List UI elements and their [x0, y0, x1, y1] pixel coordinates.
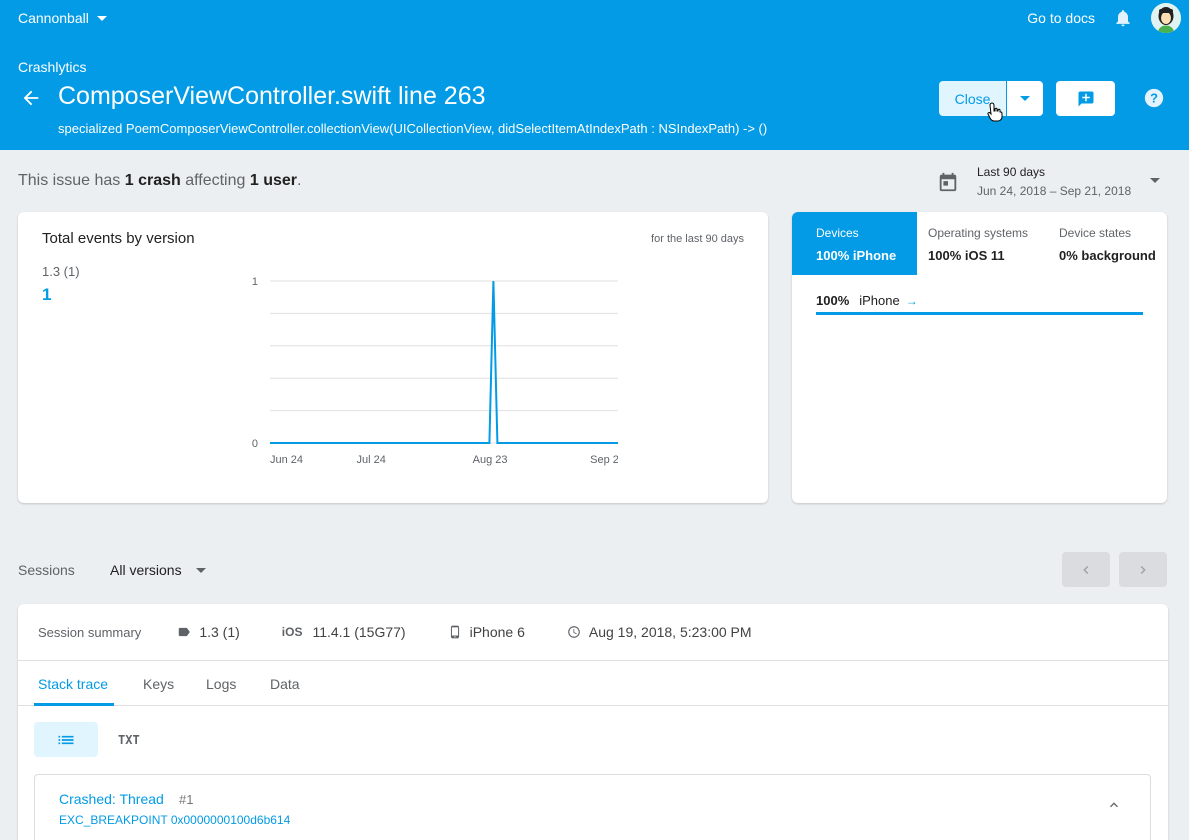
- chevron-left-icon: [1083, 565, 1089, 574]
- chevron-down-icon: [1020, 96, 1030, 101]
- legend-version: 1.3 (1): [42, 264, 80, 279]
- tab-stack-trace[interactable]: Stack trace: [38, 676, 108, 692]
- y-tick-label: 0: [252, 438, 258, 450]
- add-note-button[interactable]: [1056, 81, 1115, 116]
- header-actions: Go to docs: [1027, 0, 1189, 36]
- tab-value: 0% background: [1059, 248, 1156, 263]
- project-name: Cannonball: [18, 10, 89, 26]
- summary-prefix: This issue has: [18, 172, 125, 189]
- tab-label: Operating systems: [928, 226, 1029, 240]
- tag-icon: [179, 627, 191, 637]
- date-range-picker[interactable]: Last 90 days Jun 24, 2018 – Sep 21, 2018: [937, 164, 1161, 199]
- x-tick-label: Aug 23: [473, 454, 508, 466]
- session-device: iPhone 6: [448, 624, 525, 640]
- chevron-down-icon: [96, 15, 107, 21]
- device-share-bar: [816, 312, 1143, 315]
- chevron-up-icon[interactable]: [1106, 797, 1122, 813]
- help-icon[interactable]: ?: [1143, 87, 1165, 109]
- series-line: [270, 280, 618, 444]
- mouse-cursor-icon: [987, 102, 1003, 122]
- breadcrumb[interactable]: Crashlytics: [18, 59, 86, 75]
- chart-period-note: for the last 90 days: [651, 233, 744, 245]
- tab-operating-systems[interactable]: Operating systems 100% iOS 11: [917, 212, 1048, 275]
- date-range-text: Last 90 days Jun 24, 2018 – Sep 21, 2018: [977, 164, 1131, 199]
- list-view-button[interactable]: [34, 722, 98, 757]
- page-subtitle: specialized PoemComposerViewController.c…: [58, 121, 768, 136]
- tab-data[interactable]: Data: [270, 676, 300, 692]
- x-tick-label: Jun 24: [270, 454, 303, 466]
- tab-devices[interactable]: Devices 100% iPhone: [792, 212, 917, 275]
- events-line-chart: 0 1 Jun 24 Jul 24 Aug 23 Sep 21: [252, 276, 618, 466]
- ios-icon: iOS: [281, 625, 303, 639]
- sessions-label: Sessions: [18, 562, 75, 578]
- docs-link[interactable]: Go to docs: [1027, 10, 1095, 26]
- active-tab-indicator: [34, 703, 114, 706]
- session-version: 1.3 (1): [177, 624, 240, 640]
- device-breakdown-card: Devices 100% iPhone Operating systems 10…: [792, 212, 1167, 503]
- device-name: iPhone: [859, 293, 900, 308]
- thread-panel: Crashed: Thread #1 EXC_BREAKPOINT 0x0000…: [34, 774, 1151, 840]
- back-arrow-icon[interactable]: [20, 87, 42, 109]
- events-chart-card: Total events by version for the last 90 …: [18, 212, 768, 503]
- chevron-right-icon: [1140, 565, 1146, 574]
- txt-view-button[interactable]: TXT: [118, 733, 140, 747]
- close-options-dropdown[interactable]: [1007, 81, 1043, 116]
- date-range-label: Last 90 days: [977, 165, 1046, 179]
- add-note-icon: [1078, 91, 1093, 106]
- session-version-text: 1.3 (1): [199, 624, 240, 640]
- thread-exception: EXC_BREAKPOINT 0x0000000100d6b614: [59, 813, 291, 827]
- thread-name[interactable]: Crashed: Thread: [59, 791, 164, 807]
- session-os-version: 11.4.1 (15G77): [312, 624, 406, 640]
- chevron-down-icon: [1150, 178, 1161, 183]
- session-card: Session summary 1.3 (1) iOS 11.4.1 (15G7…: [18, 604, 1168, 840]
- version-filter-select[interactable]: All versions: [110, 562, 206, 578]
- chart-title: Total events by version: [42, 230, 195, 247]
- x-tick-label: Sep 21: [590, 454, 618, 466]
- next-session-button[interactable]: [1119, 552, 1167, 587]
- issue-summary: This issue has 1 crash affecting 1 user.: [18, 172, 301, 190]
- session-os: iOS 11.4.1 (15G77): [282, 624, 406, 640]
- session-device-name: iPhone 6: [469, 624, 525, 640]
- app-header: Cannonball Go to docs Crashlytics Compos…: [0, 0, 1189, 150]
- thread-number: #1: [179, 792, 194, 807]
- tab-label: Device states: [1059, 226, 1132, 240]
- session-tabs: Stack trace Keys Logs Data: [18, 662, 1168, 706]
- previous-session-button[interactable]: [1062, 552, 1110, 587]
- tab-logs[interactable]: Logs: [206, 676, 236, 692]
- summary-suffix: .: [297, 172, 302, 189]
- user-count: 1 user: [249, 172, 297, 189]
- y-tick-label: 1: [252, 276, 258, 288]
- svg-text:?: ?: [1150, 91, 1158, 106]
- tab-value: 100% iOS 11: [928, 248, 1005, 263]
- tab-keys[interactable]: Keys: [143, 676, 174, 692]
- date-range-dates: Jun 24, 2018 – Sep 21, 2018: [977, 184, 1132, 198]
- list-icon: [58, 735, 74, 744]
- session-timestamp: Aug 19, 2018, 5:23:00 PM: [588, 624, 752, 640]
- session-summary-title: Session summary: [38, 624, 142, 640]
- bell-icon[interactable]: [1113, 8, 1133, 28]
- chevron-down-icon: [195, 567, 206, 573]
- tab-device-states[interactable]: Device states 0% background: [1048, 212, 1167, 275]
- calendar-icon: [939, 172, 957, 192]
- phone-icon: [450, 625, 459, 639]
- page-title: ComposerViewController.swift line 263: [58, 82, 486, 110]
- legend-value: 1: [42, 285, 52, 304]
- session-time: Aug 19, 2018, 5:23:00 PM: [567, 624, 752, 640]
- tab-value: 100% iPhone: [816, 248, 897, 263]
- avatar[interactable]: [1151, 3, 1181, 33]
- device-row[interactable]: 100% iPhone →: [816, 293, 918, 308]
- device-percent: 100%: [816, 293, 850, 308]
- version-filter-value: All versions: [110, 562, 182, 578]
- session-summary-bar: Session summary 1.3 (1) iOS 11.4.1 (15G7…: [18, 604, 1168, 661]
- arrow-right-icon: →: [905, 293, 918, 308]
- project-selector[interactable]: Cannonball: [18, 10, 107, 26]
- crash-count: 1 crash: [124, 172, 181, 189]
- summary-middle: affecting: [180, 172, 250, 189]
- tab-label: Devices: [816, 226, 859, 240]
- clock-icon: [568, 626, 580, 638]
- x-tick-label: Jul 24: [356, 454, 385, 466]
